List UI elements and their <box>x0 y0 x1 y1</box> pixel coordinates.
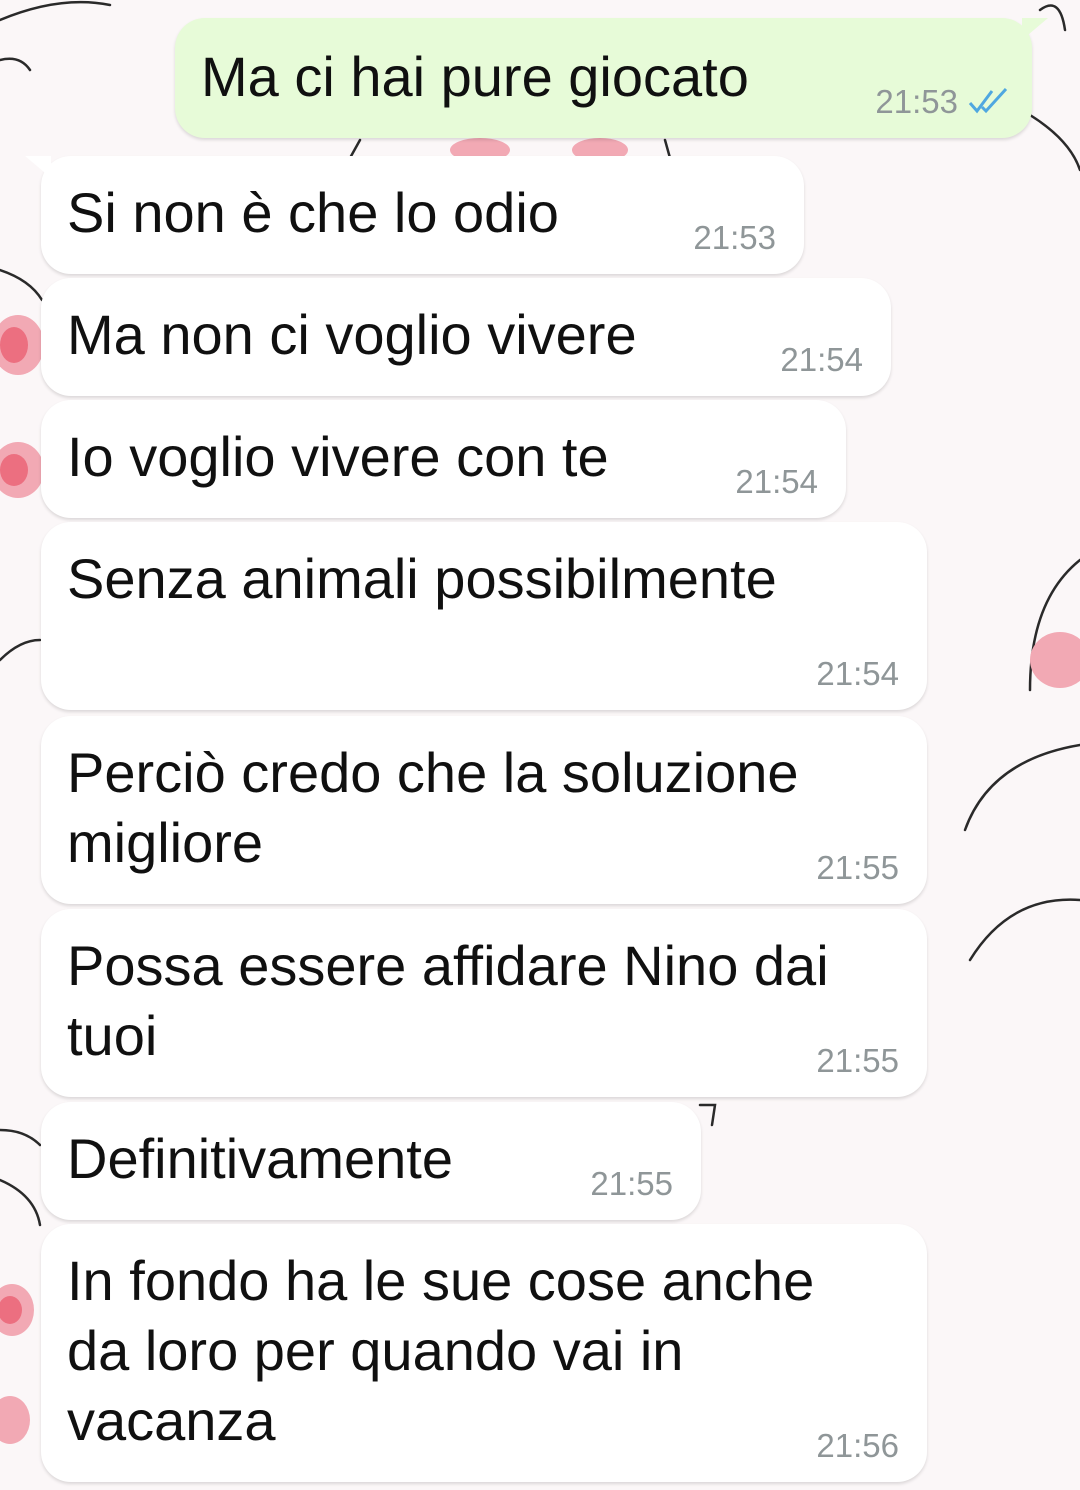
message-text: Io voglio vivere con te <box>67 425 609 488</box>
bubble-tail <box>1022 18 1048 40</box>
incoming-message-bubble[interactable]: Perciò credo che la soluzione migliore 2… <box>41 716 927 904</box>
incoming-message-bubble[interactable]: In fondo ha le sue cose anche da loro pe… <box>41 1224 927 1482</box>
incoming-message-bubble[interactable]: Ma non ci voglio vivere 21:54 <box>41 278 891 396</box>
message-text-line: Perciò credo che la soluzione <box>67 741 799 804</box>
message-text-line: tuoi <box>67 1004 158 1067</box>
message-time: 21:55 <box>816 849 899 886</box>
bubble-tail <box>25 156 51 178</box>
incoming-message-bubble[interactable]: Senza animali possibilmente 21:54 <box>41 522 927 710</box>
message-time: 21:53 <box>875 84 1010 120</box>
incoming-message-bubble[interactable]: Si non è che lo odio 21:53 <box>25 156 804 274</box>
message-time: 21:55 <box>590 1165 673 1202</box>
message-text: Senza animali possibilmente <box>67 547 777 610</box>
message-time: 21:54 <box>780 341 863 378</box>
message-text-line: Possa essere affidare Nino dai <box>67 934 829 997</box>
message-time: 21:56 <box>816 1427 899 1464</box>
message-time: 21:53 <box>693 219 776 256</box>
message-text: Ma ci hai pure giocato <box>201 45 749 108</box>
message-text-line: da loro per quando vai in <box>67 1319 684 1382</box>
message-text: Si non è che lo odio <box>67 181 559 244</box>
message-text-line: In fondo ha le sue cose anche <box>67 1249 815 1312</box>
read-ticks-icon <box>968 87 1008 114</box>
message-text: Perciò credo che la soluzione migliore <box>67 738 799 878</box>
message-text: Possa essere affidare Nino dai tuoi <box>67 931 829 1071</box>
message-time: 21:54 <box>735 463 818 500</box>
incoming-message-bubble[interactable]: Possa essere affidare Nino dai tuoi 21:5… <box>41 909 927 1097</box>
outgoing-message-bubble[interactable]: Ma ci hai pure giocato 21:53 <box>175 18 1048 138</box>
message-text: In fondo ha le sue cose anche da loro pe… <box>67 1246 814 1456</box>
message-text-line: migliore <box>67 811 264 874</box>
incoming-message-bubble[interactable]: Io voglio vivere con te 21:54 <box>41 400 846 518</box>
message-text: Ma non ci voglio vivere <box>67 303 637 366</box>
message-text: Definitivamente <box>67 1127 453 1190</box>
incoming-message-bubble[interactable]: Definitivamente 21:55 <box>41 1102 701 1220</box>
message-text-line: vacanza <box>67 1389 276 1452</box>
message-time: 21:54 <box>816 655 899 692</box>
message-time: 21:55 <box>816 1042 899 1079</box>
